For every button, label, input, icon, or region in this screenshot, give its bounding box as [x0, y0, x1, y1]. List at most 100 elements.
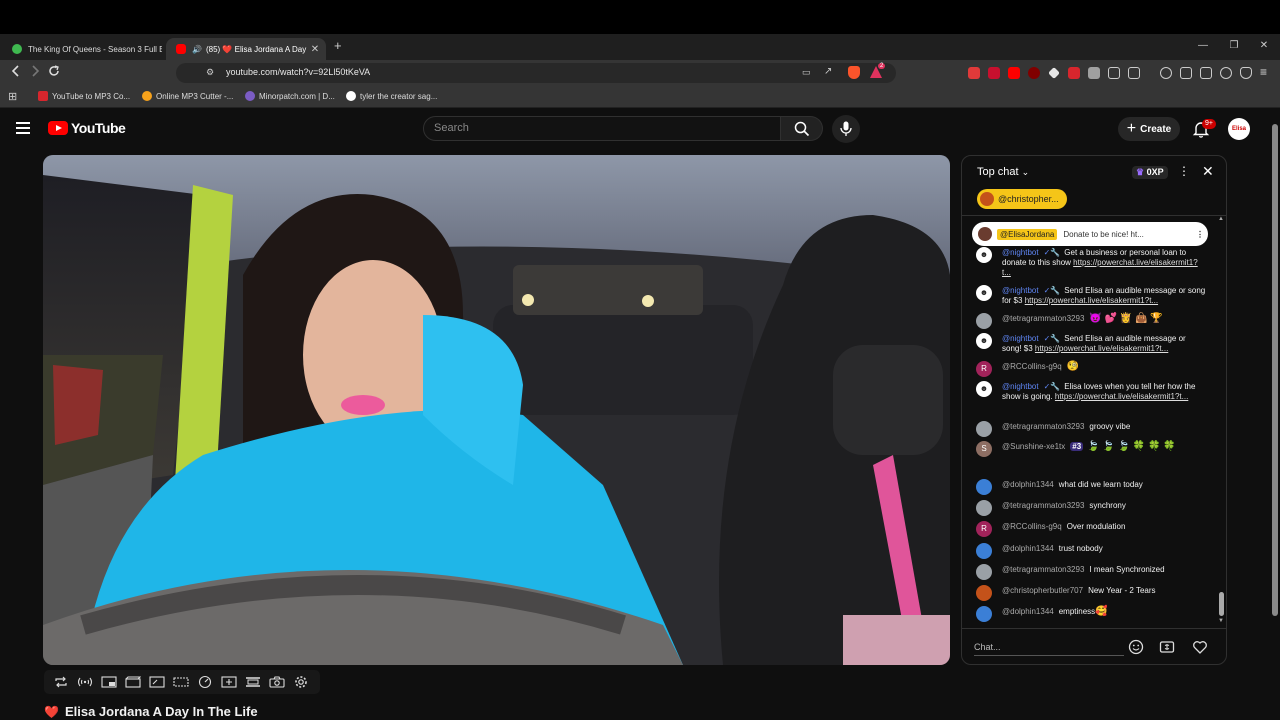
speed-gauge-icon[interactable]	[194, 673, 216, 691]
extension-icon[interactable]	[1068, 67, 1080, 79]
theater-mode-icon[interactable]	[170, 673, 192, 691]
xp-badge[interactable]: ♛ 0XP	[1132, 166, 1168, 179]
account-avatar[interactable]: Elisa	[1228, 118, 1250, 140]
restore-button[interactable]: ❐	[1224, 40, 1244, 51]
chat-author[interactable]: @tetragrammaton3293	[1002, 501, 1084, 510]
extension-icon[interactable]	[1088, 67, 1100, 79]
chat-author[interactable]: @dolphin1344	[1002, 480, 1054, 489]
extension-icon[interactable]	[968, 67, 980, 79]
user-avatar[interactable]	[976, 313, 992, 329]
tab-close-icon[interactable]: ✕	[308, 44, 322, 55]
voice-search-button[interactable]	[832, 115, 860, 143]
chat-author[interactable]: @tetragrammaton3293	[1002, 565, 1084, 574]
create-button[interactable]: + Create	[1118, 117, 1180, 141]
chat-message[interactable]: @christopherbutler707 New Year - 2 Tears	[976, 585, 1206, 601]
wallet-icon[interactable]	[1200, 67, 1212, 79]
chat-message[interactable]: ☻ @nightbot ✓🔧 Get a business or personal l…	[976, 247, 1206, 278]
user-avatar[interactable]	[976, 585, 992, 601]
heart-outline-icon[interactable]	[1192, 639, 1208, 655]
extension-icon[interactable]	[1128, 67, 1140, 79]
back-arrow-icon[interactable]	[8, 65, 24, 81]
menu-icon[interactable]: ≡	[1260, 65, 1267, 79]
bookmark-item[interactable]: Online MP3 Cutter -...	[142, 91, 233, 101]
chat-author[interactable]: @nightbot	[1002, 334, 1039, 343]
ublock-icon[interactable]	[1028, 67, 1040, 79]
scroll-up-arrow-icon[interactable]: ▲	[1218, 216, 1224, 222]
chat-link[interactable]: https://powerchat.live/elisakermit1?t...	[1055, 392, 1188, 401]
chat-author[interactable]: @christopherbutler707	[1002, 586, 1083, 595]
user-avatar[interactable]	[976, 479, 992, 495]
scroll-down-arrow-icon[interactable]: ▼	[1218, 618, 1224, 624]
pinned-message[interactable]: @ElisaJordana Donate to be nice! ht... ⋮	[972, 222, 1208, 246]
chat-author[interactable]: @nightbot	[1002, 248, 1039, 257]
chat-author[interactable]: @nightbot	[1002, 382, 1039, 391]
address-bar[interactable]: ⚙ youtube.com/watch?v=92Ll50tKeVA ▭ ↗ 2	[176, 63, 896, 83]
loop-icon[interactable]	[50, 673, 72, 691]
sidebar-icon[interactable]	[1180, 67, 1192, 79]
tab-youtube[interactable]: 🔊 (85) ❤️ Elisa Jordana A Day In The Lif…	[166, 38, 326, 60]
super-chat-icon[interactable]	[1159, 639, 1175, 655]
search-button[interactable]	[781, 116, 823, 141]
audio-only-icon[interactable]	[74, 673, 96, 691]
user-avatar[interactable]	[976, 421, 992, 437]
chat-input[interactable]	[974, 638, 1124, 656]
super-chat-ticker[interactable]: @christopher...	[977, 189, 1067, 209]
extension-icon[interactable]	[988, 67, 1000, 79]
camera-icon[interactable]	[266, 673, 288, 691]
youtube-logo[interactable]: YouTube	[48, 120, 126, 136]
extensions-puzzle-icon[interactable]	[1108, 67, 1120, 79]
chat-message[interactable]: ☻ @nightbot ✓🔧 Send Elisa an audible messag…	[976, 285, 1206, 306]
chat-scrollbar[interactable]: ▲ ▼	[1218, 216, 1224, 628]
emoji-icon[interactable]	[1128, 639, 1144, 655]
cinema-bars-icon[interactable]	[242, 673, 264, 691]
chat-message[interactable]: R @RCCollins-g9q 🧐	[976, 361, 1206, 377]
chat-message[interactable]: @dolphin1344 what did we learn today	[976, 479, 1206, 495]
media-icon[interactable]	[1160, 67, 1172, 79]
chat-author[interactable]: @RCCollins-g9q	[1002, 362, 1062, 371]
minimize-button[interactable]: —	[1193, 40, 1213, 51]
add-to-queue-icon[interactable]	[218, 673, 240, 691]
new-tab-button[interactable]: +	[334, 38, 342, 53]
bot-avatar-icon[interactable]: ☻	[976, 247, 992, 263]
chat-message[interactable]: ☻ @nightbot ✓🔧 Send Elisa an audible messag…	[976, 333, 1206, 354]
brave-shield-icon[interactable]	[848, 66, 860, 79]
page-scrollbar-thumb[interactable]	[1272, 124, 1278, 616]
chat-mode-dropdown[interactable]: Top chat ⌄	[977, 166, 1029, 178]
bookmark-item[interactable]: Minorpatch.com | D...	[245, 91, 335, 101]
screenshot-frame-icon[interactable]	[146, 673, 168, 691]
site-info-icon[interactable]: ⚙	[206, 67, 214, 78]
bookmark-item[interactable]: YouTube to MP3 Co...	[38, 91, 130, 101]
hamburger-menu-icon[interactable]	[16, 122, 30, 134]
bookmark-item[interactable]: tyler the creator sag...	[346, 91, 437, 101]
chat-message[interactable]: @tetragrammaton3293 I mean Synchronized	[976, 564, 1206, 580]
user-avatar[interactable]	[976, 564, 992, 580]
share-icon[interactable]: ↗	[824, 66, 832, 77]
user-avatar[interactable]	[976, 543, 992, 559]
chat-author[interactable]: @dolphin1344	[1002, 544, 1054, 553]
bot-avatar-icon[interactable]: ☻	[976, 285, 992, 301]
chat-author[interactable]: @tetragrammaton3293	[1002, 314, 1084, 323]
more-options-icon[interactable]: ⋮	[1192, 230, 1208, 239]
chat-scroll-thumb[interactable]	[1219, 592, 1224, 616]
chat-author[interactable]: @dolphin1344	[1002, 607, 1054, 616]
user-avatar[interactable]: R	[976, 361, 992, 377]
leo-ai-icon[interactable]	[1220, 67, 1232, 79]
close-window-button[interactable]: ✕	[1254, 40, 1274, 51]
user-avatar[interactable]: R	[976, 521, 992, 537]
chat-author[interactable]: @tetragrammaton3293	[1002, 422, 1084, 431]
search-input[interactable]	[434, 122, 754, 134]
chat-message[interactable]: @dolphin1344 trust nobody	[976, 543, 1206, 559]
bot-avatar-icon[interactable]: ☻	[976, 333, 992, 349]
reload-icon[interactable]	[46, 65, 62, 81]
user-avatar[interactable]: S	[976, 441, 992, 457]
close-chat-icon[interactable]: ✕	[1202, 163, 1214, 180]
chat-author[interactable]: @Sunshine-xe1tx	[1002, 442, 1065, 451]
chat-link[interactable]: https://powerchat.live/elisakermit1?t...	[1025, 296, 1158, 305]
user-avatar[interactable]	[976, 500, 992, 516]
chat-author[interactable]: @RCCollins-g9q	[1002, 522, 1062, 531]
chat-message[interactable]: @tetragrammaton3293 groovy vibe	[976, 421, 1206, 437]
user-avatar[interactable]	[976, 606, 992, 622]
more-options-icon[interactable]: ⋮	[1178, 164, 1190, 178]
chat-author[interactable]: @nightbot	[1002, 286, 1039, 295]
apps-grid-icon[interactable]: ⊞	[8, 90, 17, 103]
